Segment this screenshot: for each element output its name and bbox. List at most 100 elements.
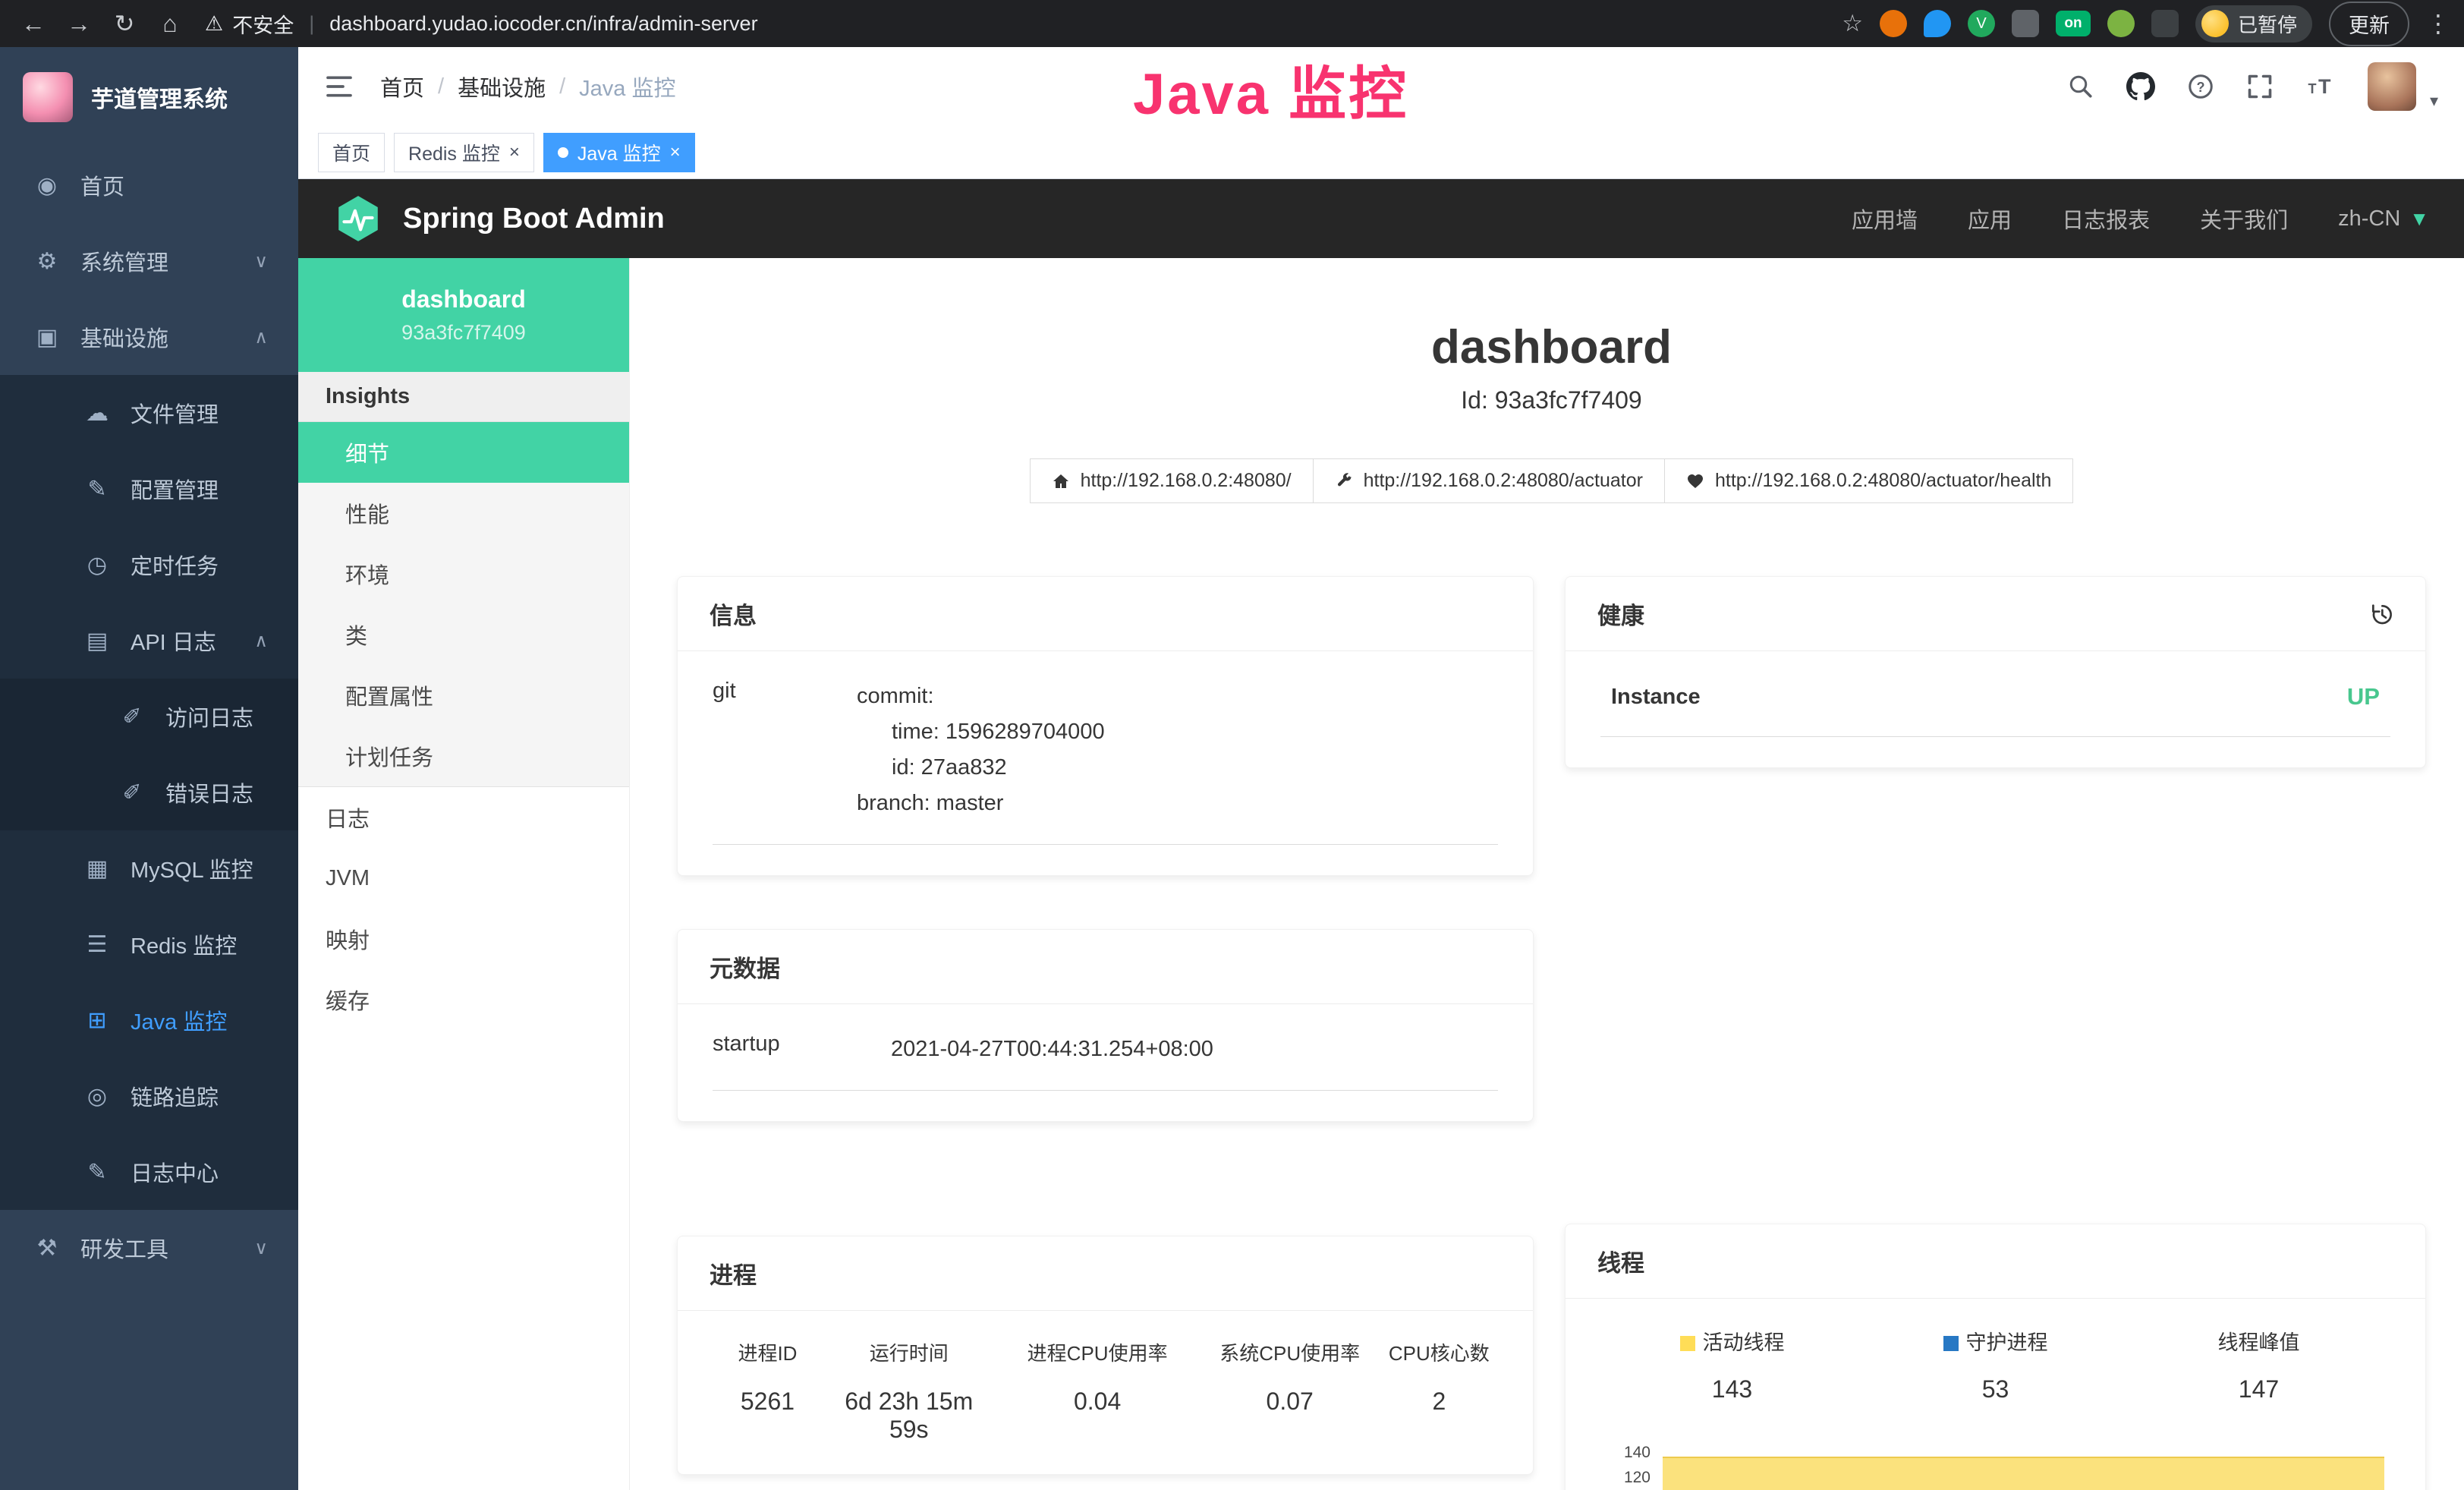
sba-item-classes[interactable]: 类 [298,604,629,665]
app-sidebar: 芋道管理系统 ◉ 首页 ⚙ 系统管理 ∨ ▣ 基础设施 ∧ ☁ 文件管理 ✎ [0,47,298,1490]
extensions-grid-icon[interactable] [2012,10,2039,37]
tab-redis-monitor[interactable]: Redis 监控 × [394,133,534,172]
close-icon[interactable]: × [509,143,520,162]
health-url-link[interactable]: http://192.168.0.2:48080/actuator/health [1664,458,2073,503]
sba-item-environment[interactable]: 环境 [298,543,629,604]
sba-item-performance[interactable]: 性能 [298,483,629,543]
sba-brand-title[interactable]: Spring Boot Admin [403,203,665,235]
sba-nav-journal[interactable]: 日志报表 [2062,203,2150,235]
browser-toolbar-right: ☆ V on 已暂停 更新 ⋮ [1842,2,2450,46]
browser-menu-icon[interactable]: ⋮ [2426,9,2450,38]
back-icon[interactable]: ← [14,4,53,43]
sba-instance-header[interactable]: dashboard 93a3fc7f7409 [298,258,629,372]
sba-item-jvm[interactable]: JVM [298,848,629,909]
sidebar-filler [0,1286,298,1490]
extension-on-icon[interactable]: on [2056,11,2091,36]
extension-orange-icon[interactable] [1880,10,1907,37]
font-size-icon[interactable]: TT [2305,73,2336,100]
home-icon[interactable]: ⌂ [150,4,190,43]
github-icon[interactable] [2126,72,2155,101]
sba-content: dashboard Id: 93a3fc7f7409 http://192.16… [630,258,2464,1490]
wrench-icon [1335,472,1353,490]
metadata-startup-row: startup 2021-04-27T00:44:31.254+08:00 [713,1032,1498,1091]
security-label[interactable]: 不安全 [232,9,294,39]
extension-leaf-icon[interactable] [2107,10,2135,37]
sidebar-item-system-management[interactable]: ⚙ 系统管理 ∨ [0,223,298,299]
sba-nav-applications[interactable]: 应用 [1968,203,2012,235]
base-url-link[interactable]: http://192.168.0.2:48080/ [1030,458,1314,503]
heart-icon [1686,472,1704,490]
app-logo[interactable]: 芋道管理系统 [0,47,298,147]
url-bar[interactable]: ⚠ 不安全 | dashboard.yudao.iocoder.cn/infra… [205,9,758,39]
sidebar-item-redis-monitor[interactable]: ☰ Redis 监控 [0,906,298,982]
user-avatar[interactable] [2368,62,2416,111]
close-icon[interactable]: × [670,143,681,162]
process-card: 进程 进程ID 5261 运行时间 [677,1236,1534,1475]
metadata-card: 元数据 startup 2021-04-27T00:44:31.254+08:0… [677,929,1534,1122]
sba-nav-wallboard[interactable]: 应用墙 [1852,203,1918,235]
instance-id-line: Id: 93a3fc7f7409 [677,386,2426,414]
sba-item-details[interactable]: 细节 [298,422,629,483]
sidebar-item-dev-tools[interactable]: ⚒ 研发工具 ∨ [0,1210,298,1286]
sidebar-item-error-logs[interactable]: ✐ 错误日志 [0,754,298,830]
search-icon[interactable] [2067,73,2094,100]
extension-puzzle-icon[interactable] [2151,10,2179,37]
sidebar-item-home[interactable]: ◉ 首页 [0,147,298,223]
forward-icon[interactable]: → [59,4,99,43]
health-card: 健康 Instance UP [1565,576,2426,768]
active-dot [558,147,568,158]
access-log-icon: ✐ [115,704,149,730]
extension-pin-icon[interactable] [1924,10,1951,37]
layers-icon: ☰ [80,931,114,958]
refresh-icon[interactable]: ↻ [105,4,144,43]
process-col-system-cpu: 系统CPU使用率 0.07 [1200,1338,1380,1444]
chart-area-live-threads [1663,1457,2384,1490]
sidebar-item-config-management[interactable]: ✎ 配置管理 [0,451,298,527]
sba-logo-icon[interactable] [333,194,383,244]
legend-live-threads: 活动线程 143 [1600,1326,1864,1403]
hamburger-icon[interactable] [324,71,354,102]
warning-icon: ⚠ [205,12,223,36]
sba-item-caches[interactable]: 缓存 [298,969,629,1030]
metadata-card-title: 元数据 [710,950,780,984]
sba-item-mappings[interactable]: 映射 [298,909,629,969]
cloud-icon: ☁ [80,400,114,427]
tab-home[interactable]: 首页 [318,133,385,172]
breadcrumb-home[interactable]: 首页 [380,71,424,102]
info-key: git [713,679,857,821]
sidebar-item-log-center[interactable]: ✎ 日志中心 [0,1134,298,1210]
browser-chrome: ← → ↻ ⌂ ⚠ 不安全 | dashboard.yudao.iocoder.… [0,0,2464,47]
sba-item-config-props[interactable]: 配置属性 [298,665,629,726]
help-icon[interactable]: ? [2187,73,2214,100]
process-col-uptime: 运行时间 6d 23h 15m 59s [823,1338,996,1444]
sidebar-item-file-management[interactable]: ☁ 文件管理 [0,375,298,451]
sba-locale-select[interactable]: zh-CN ▼ [2338,206,2429,232]
avatar-caret-icon[interactable]: ▾ [2430,91,2438,111]
paused-badge[interactable]: 已暂停 [2195,5,2312,43]
legend-daemon-threads: 守护进程 53 [1864,1326,2127,1403]
sidebar-item-access-logs[interactable]: ✐ 访问日志 [0,679,298,754]
sidebar-item-java-monitor[interactable]: ⊞ Java 监控 [0,982,298,1058]
sba-item-scheduled-tasks[interactable]: 计划任务 [298,726,629,786]
extension-v-icon[interactable]: V [1968,10,1995,37]
sidebar-item-scheduled-tasks[interactable]: ◷ 定时任务 [0,527,298,603]
log-center-icon: ✎ [80,1159,114,1186]
sba-item-logs[interactable]: 日志 [298,787,629,848]
chevron-down-icon: ∨ [254,250,268,272]
java-monitor-icon: ⊞ [80,1007,114,1034]
bookmark-star-icon[interactable]: ☆ [1842,10,1863,37]
url-text[interactable]: dashboard.yudao.iocoder.cn/infra/admin-s… [329,12,757,36]
fullscreen-icon[interactable] [2246,73,2274,100]
sidebar-item-mysql-monitor[interactable]: ▦ MySQL 监控 [0,830,298,906]
tab-java-monitor[interactable]: Java 监控 × [543,133,695,172]
sidebar-item-api-logs[interactable]: ▤ API 日志 ∧ [0,603,298,679]
chevron-up-icon: ∧ [254,326,268,348]
breadcrumb-section[interactable]: 基础设施 [458,71,546,102]
actuator-url-link[interactable]: http://192.168.0.2:48080/actuator [1313,458,1665,503]
history-icon[interactable] [2369,602,2393,626]
sidebar-item-link-tracing[interactable]: ◎ 链路追踪 [0,1058,298,1134]
sba-nav-about[interactable]: 关于我们 [2200,203,2288,235]
sidebar-item-infrastructure[interactable]: ▣ 基础设施 ∧ [0,299,298,375]
update-button[interactable]: 更新 [2329,2,2409,46]
document-icon: ▤ [80,628,114,654]
